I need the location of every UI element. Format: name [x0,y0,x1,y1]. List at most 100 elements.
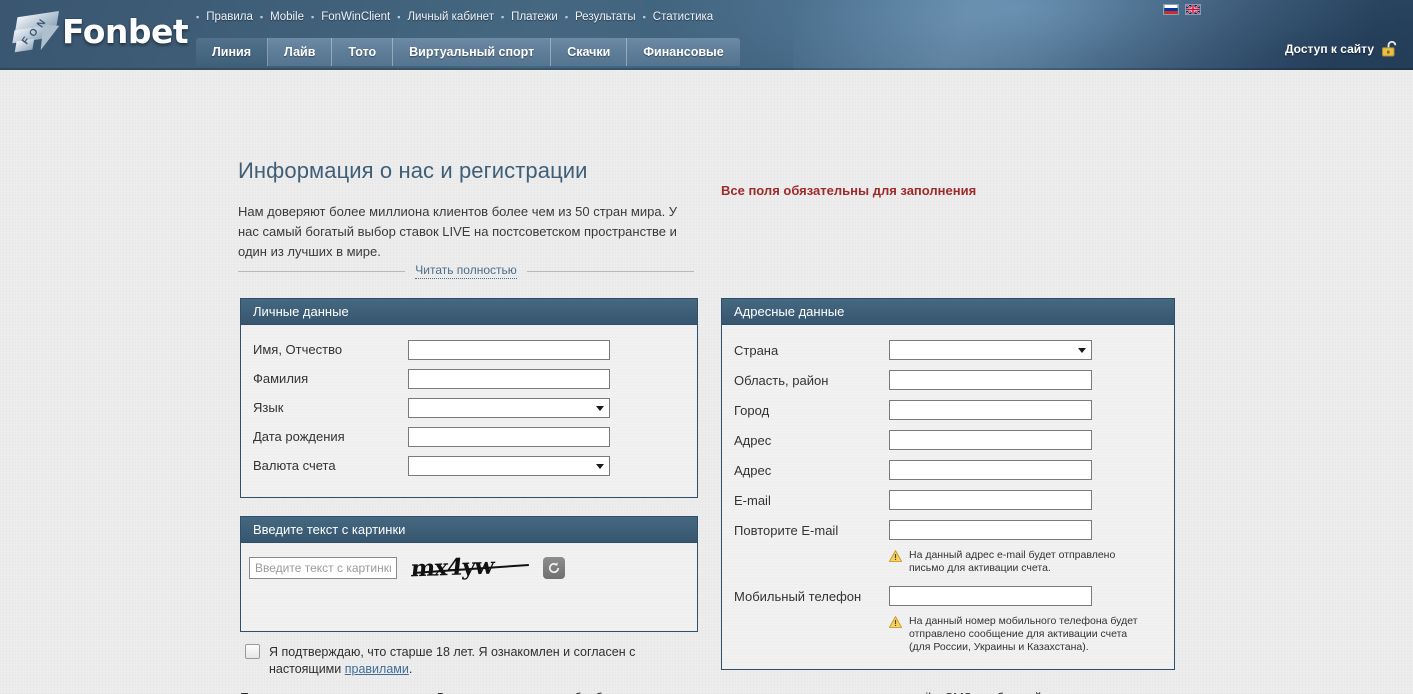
personal-data-panel: Личные данные Имя, Отчество Фамилия Язык… [240,298,698,498]
top-link-rules[interactable]: Правила [206,11,253,23]
field-row-mobile: Мобильный телефон [734,581,1162,611]
input-address-2[interactable] [889,460,1092,480]
field-row-firstname: Имя, Отчество [253,335,685,364]
divider-right [526,270,695,272]
email-activation-hint: На данный адрес e-mail будет отправлено … [889,549,1151,575]
select-language-value [409,399,609,417]
bullet-icon: ▪ [311,11,315,22]
age-agreement-text-after: . [408,662,413,676]
warning-triangle-icon [889,550,902,562]
tab-liniya[interactable]: Линия [196,38,268,66]
label-country: Страна [734,342,779,358]
select-country-value [890,341,1091,359]
phone-activation-hint: На данный номер мобильного телефона буде… [889,615,1151,654]
field-row-currency: Валюта счета [253,451,685,480]
tab-virtual-sport[interactable]: Виртуальный спорт [393,38,552,66]
label-birthdate: Дата рождения [253,429,345,444]
site-header: F O N Fonbet ▪ Правила ▪ Mobile ▪ FonWin… [0,0,1413,70]
top-link-results[interactable]: Результаты [575,11,636,23]
input-firstname[interactable] [408,339,610,360]
input-lastname[interactable] [408,368,610,389]
field-row-birthdate: Дата рождения [253,422,685,451]
email-activation-hint-text: На данный адрес e-mail будет отправлено … [909,549,1116,574]
bullet-icon: ▪ [259,11,264,22]
captcha-image: mx4yw [411,555,529,581]
label-region: Область, район [734,372,829,388]
field-row-email: E-mail [734,485,1162,515]
intro-paragraph: Нам доверяют более миллиона клиентов бол… [238,204,678,259]
chevron-down-icon [1078,348,1086,353]
top-link-payments[interactable]: Платежи [511,11,558,23]
tab-toto[interactable]: Тото [332,38,394,66]
chevron-down-icon [596,405,604,411]
label-mobile: Мобильный телефон [734,588,862,604]
logo-letter-n: N [35,16,49,31]
label-lastname: Фамилия [253,371,309,386]
personal-data-panel-title: Личные данные [241,299,697,325]
field-row-city: Город [734,395,1162,425]
bullet-icon: ▪ [564,11,569,22]
label-email: E-mail [734,492,771,508]
read-more-divider: Читать полностью [238,263,695,279]
site-logo[interactable]: F O N Fonbet [12,8,189,54]
phone-activation-hint-text: На данный номер мобильного телефона буде… [909,615,1138,653]
age-agreement-row: Я подтверждаю, что старше 18 лет. Я озна… [245,644,665,678]
age-agreement-text-before: Я подтверждаю, что старше 18 лет. Я озна… [269,645,636,676]
select-country[interactable] [889,340,1092,360]
refresh-icon [548,562,560,574]
bullet-icon: ▪ [500,11,505,22]
captcha-input[interactable] [249,557,397,579]
top-nav-links: ▪ Правила ▪ Mobile ▪ FonWinClient ▪ Личн… [196,11,720,23]
select-currency-value [409,457,609,475]
label-address-1: Адрес [734,432,772,448]
address-data-panel-body: Страна Область, район Город Адрес Адрес [722,325,1174,672]
top-link-mobile[interactable]: Mobile [270,11,304,23]
privacy-policy-text: Проходя процедуру регистрации, Вы даете … [240,689,1140,694]
tab-skachki[interactable]: Скачки [551,38,628,66]
warning-triangle-icon [889,616,902,628]
field-row-region: Область, район [734,365,1162,395]
input-region[interactable] [889,370,1092,390]
age-agreement-checkbox[interactable] [245,644,260,659]
label-address-2: Адрес [734,462,772,478]
required-fields-notice: Все поля обязательны для заполнения [721,183,977,198]
label-email-repeat: Повторите E-mail [734,522,839,538]
captcha-refresh-button[interactable] [543,557,565,579]
tab-finansovye[interactable]: Финансовые [627,38,740,66]
flag-ru-icon[interactable] [1163,4,1179,15]
flag-en-icon[interactable] [1185,4,1201,15]
main-tabs: Линия Лайв Тото Виртуальный спорт Скачки… [196,38,740,66]
top-link-account[interactable]: Личный кабинет [407,11,494,23]
select-currency[interactable] [408,455,610,476]
captcha-panel: Введите текст с картинки mx4yw [240,516,698,632]
bullet-icon: ▪ [397,11,401,22]
site-access-button[interactable]: Доступ к сайту [1285,40,1401,57]
label-language: Язык [253,400,284,415]
input-city[interactable] [889,400,1092,420]
label-city: Город [734,402,770,418]
address-data-panel-title: Адресные данные [722,299,1174,325]
top-link-fonwinclient[interactable]: FonWinClient [321,11,390,23]
intro-block: Информация о нас и регистрации Нам довер… [238,158,698,262]
header-sheen [793,0,1413,70]
input-mobile[interactable] [889,586,1092,606]
field-row-address-1: Адрес [734,425,1162,455]
site-access-label: Доступ к сайту [1284,41,1374,56]
input-address-1[interactable] [889,430,1092,450]
tab-layv[interactable]: Лайв [267,38,333,66]
chevron-down-icon [596,463,604,469]
language-flags [1163,4,1201,15]
top-link-statistics[interactable]: Статистика [653,11,713,23]
captcha-row: mx4yw [241,543,697,589]
input-email[interactable] [889,490,1092,510]
label-firstname: Имя, Отчество [253,342,343,357]
field-row-lastname: Фамилия [253,364,685,393]
address-data-panel: Адресные данные Страна Область, район Го… [721,298,1175,670]
input-email-repeat[interactable] [889,520,1092,540]
field-row-language: Язык [253,393,685,422]
read-more-link[interactable]: Читать полностью [415,263,517,279]
captcha-panel-title: Введите текст с картинки [241,517,697,543]
select-language[interactable] [408,397,610,418]
input-birthdate[interactable] [408,426,610,447]
rules-link[interactable]: правилами [345,662,409,676]
